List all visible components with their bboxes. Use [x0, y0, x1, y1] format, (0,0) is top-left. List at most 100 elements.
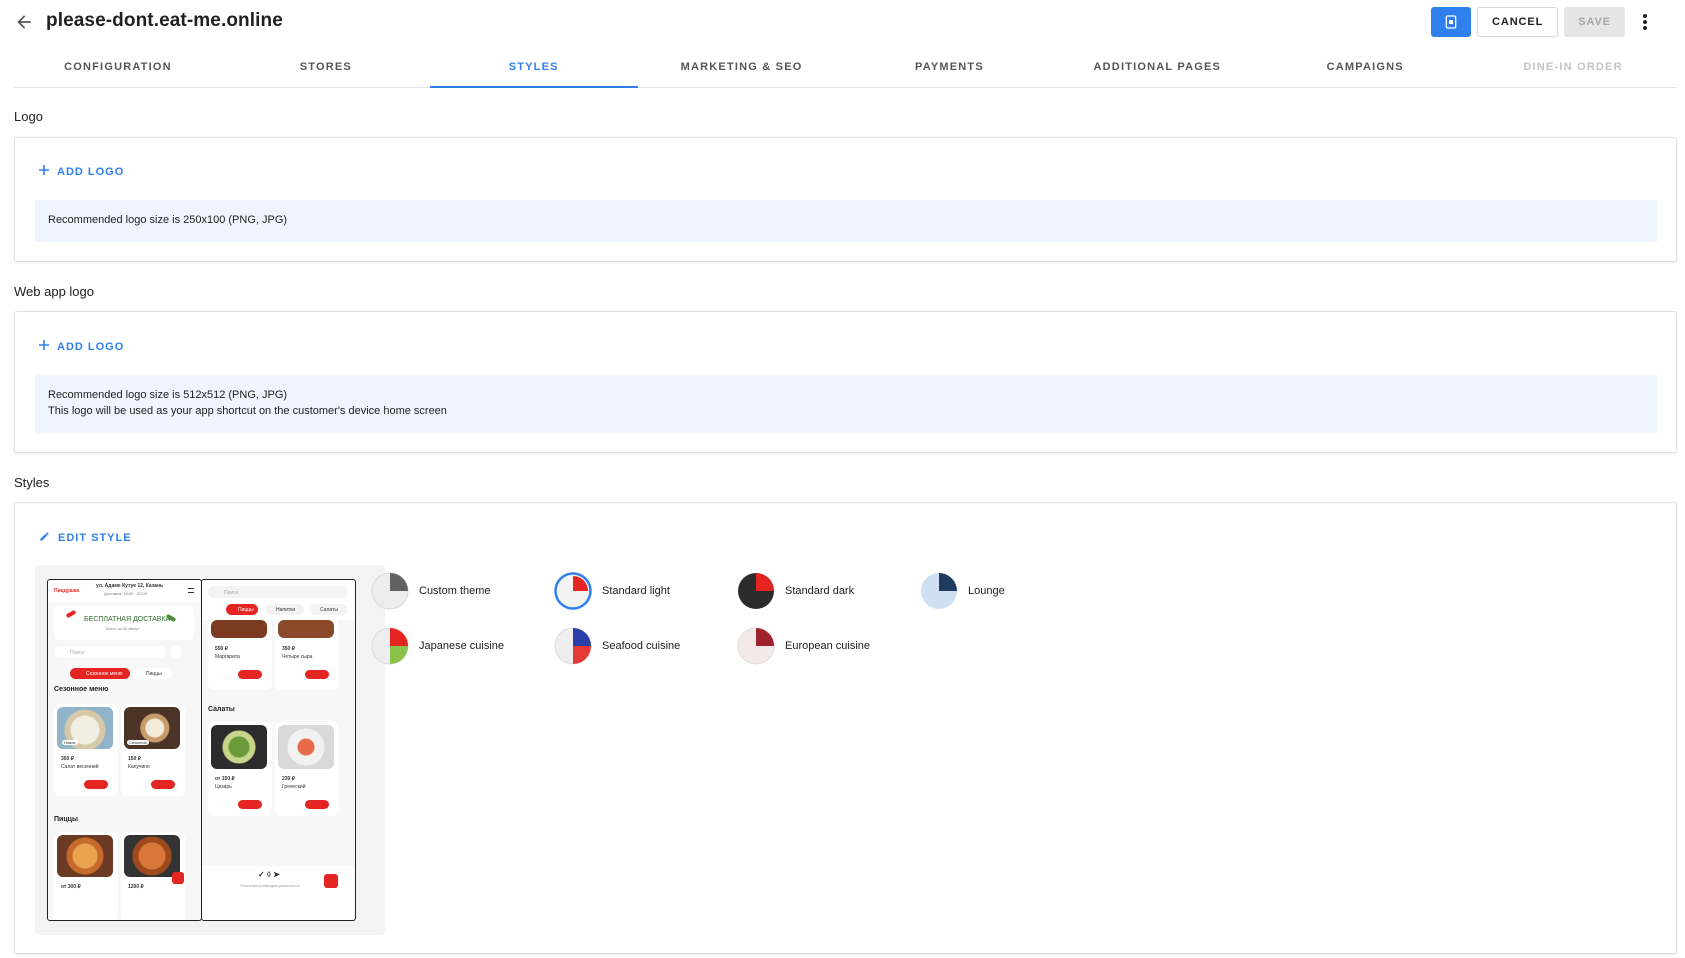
preview-brand: Пиццушка — [54, 588, 80, 594]
web-app-logo-info-line2: This logo will be used as your app short… — [48, 405, 447, 417]
preview-price: 150 ₽ — [128, 756, 141, 762]
preview-cart-fab — [324, 874, 338, 888]
web-app-logo-section-title: Web app logo — [14, 284, 94, 299]
tab-additional-pages[interactable]: ADDITIONAL PAGES — [1053, 50, 1261, 87]
tab-stores[interactable]: STORES — [222, 50, 430, 87]
logo-card: ADD LOGO Recommended logo size is 250x10… — [14, 137, 1677, 262]
preview-badge: Сезонное — [127, 740, 149, 745]
preview-filter-icon — [170, 646, 182, 658]
theme-label: Japanese cuisine — [419, 640, 505, 652]
preview-image — [278, 725, 334, 769]
theme-lounge[interactable]: Lounge — [920, 572, 1005, 610]
cancel-button[interactable]: CANCEL — [1477, 7, 1559, 37]
logo-info-box: Recommended logo size is 250x100 (PNG, J… — [35, 200, 1657, 242]
standard-dark-icon — [737, 572, 775, 610]
edit-style-button[interactable]: EDIT STYLE — [39, 531, 132, 545]
preview-price: от 150 ₽ — [215, 776, 235, 782]
more-vert-icon[interactable] — [1635, 7, 1655, 37]
preview-item-name: Греческий — [282, 784, 306, 790]
preview-price: 350 ₽ — [282, 646, 295, 652]
preview-cart-button — [305, 800, 329, 809]
theme-standard-light[interactable]: Standard light — [554, 572, 670, 610]
styles-card: EDIT STYLE Пиццушка ул. Адаме Кутуе 12, … — [14, 502, 1677, 954]
preview-image — [57, 835, 113, 877]
custom-theme-icon — [371, 572, 409, 610]
preview-item-name: Четыре сыра — [282, 654, 313, 660]
tab-campaigns[interactable]: CAMPAIGNS — [1261, 50, 1469, 87]
tab-payments[interactable]: PAYMENTS — [846, 50, 1054, 87]
standard-light-icon — [554, 572, 592, 610]
preview-button[interactable] — [1431, 7, 1472, 37]
add-logo-button[interactable]: ADD LOGO — [39, 165, 124, 178]
edit-style-label: EDIT STYLE — [58, 532, 132, 544]
theme-standard-dark[interactable]: Standard dark — [737, 572, 854, 610]
preview-price: 350 ₽ — [61, 756, 74, 762]
theme-seafood-cuisine[interactable]: Seafood cuisine — [554, 627, 680, 665]
phone-preview-scrolled: Поиск Пиццы Напитки Салаты 550 ₽ Маргари… — [201, 579, 356, 921]
preview-image — [124, 835, 180, 877]
preview-section-salads: Салаты — [208, 706, 235, 713]
tab-configuration[interactable]: CONFIGURATION — [14, 50, 222, 87]
preview-price: от 300 ₽ — [61, 884, 81, 890]
theme-label: Lounge — [968, 585, 1005, 597]
phone-preview-main: Пиццушка ул. Адаме Кутуе 12, Казань Дост… — [47, 579, 202, 921]
preview-chip-seasonal-label: Сезонное меню — [86, 671, 123, 677]
header-actions: CANCEL SAVE — [1431, 7, 1655, 37]
preview-chip-pizza-label: Пиццы — [146, 671, 162, 677]
add-logo-label: ADD LOGO — [57, 165, 125, 178]
back-arrow-icon[interactable] — [14, 12, 34, 32]
preview-footer-note: Политика конфиденциальности — [240, 883, 300, 888]
logo-section-title: Logo — [14, 109, 43, 124]
preview-image — [211, 725, 267, 769]
seafood-cuisine-icon — [554, 627, 592, 665]
tab-styles[interactable]: STYLES — [429, 50, 638, 88]
preview-cart-button — [238, 670, 262, 679]
pencil-icon — [39, 531, 50, 545]
preview-chip-salads-label: Салаты — [320, 607, 338, 613]
logo-info-text: Recommended logo size is 250x100 (PNG, J… — [48, 214, 288, 226]
preview-hours: Доставка: 10:00 - 22:00 — [104, 591, 147, 596]
add-web-app-logo-label: ADD LOGO — [57, 340, 125, 353]
theme-japanese-cuisine[interactable]: Japanese cuisine — [371, 627, 504, 665]
lounge-icon — [920, 572, 958, 610]
styles-section-title: Styles — [14, 475, 50, 490]
preview-section-seasonal: Сезонное меню — [54, 686, 109, 693]
preview-menu-icon — [188, 588, 194, 593]
theme-label: Standard dark — [785, 585, 855, 597]
japanese-cuisine-icon — [371, 627, 409, 665]
preview-price: 230 ₽ — [282, 776, 295, 782]
preview-chip-drinks-label: Напитки — [276, 607, 296, 613]
preview-chip-pizza-label: Пиццы — [238, 607, 254, 613]
preview-banner-title: БЕСПЛАТНАЯ ДОСТАВКА — [84, 616, 171, 623]
preview-icon — [1445, 15, 1457, 29]
plus-icon — [39, 340, 49, 353]
add-web-app-logo-button[interactable]: ADD LOGO — [39, 340, 124, 353]
web-app-logo-card: ADD LOGO Recommended logo size is 512x51… — [14, 311, 1677, 453]
preview-banner-subtitle: Всего за 30 минут — [106, 626, 140, 631]
theme-custom[interactable]: Custom theme — [371, 572, 491, 610]
page-title: please-dont.eat-me.online — [46, 10, 283, 31]
theme-european-cuisine[interactable]: European cuisine — [737, 627, 870, 665]
preview-item-name: Капучино — [128, 764, 150, 770]
plus-icon — [39, 165, 49, 178]
save-button[interactable]: SAVE — [1564, 7, 1625, 37]
preview-image — [278, 620, 334, 638]
theme-label: Custom theme — [419, 585, 491, 597]
tab-bar: CONFIGURATION STORES STYLES MARKETING & … — [14, 50, 1677, 88]
preview-cart-button — [238, 800, 262, 809]
theme-label: Seafood cuisine — [602, 640, 681, 652]
preview-cart-fab — [172, 872, 184, 884]
preview-image — [211, 620, 267, 638]
preview-cart-button — [305, 670, 329, 679]
theme-label: European cuisine — [785, 640, 871, 652]
tab-marketing-seo[interactable]: MARKETING & SEO — [638, 50, 846, 87]
preview-search-placeholder: Поиск — [70, 650, 84, 656]
preview-address: ул. Адаме Кутуе 12, Казань — [96, 583, 164, 589]
preview-item-name: Маргарита — [215, 654, 240, 660]
tab-dine-in-order: DINE-IN ORDER — [1523, 61, 1623, 73]
theme-label: Standard light — [602, 585, 670, 597]
web-app-logo-info-line1: Recommended logo size is 512x512 (PNG, J… — [48, 389, 288, 401]
preview-item-name: Цезарь — [215, 784, 232, 790]
web-app-logo-info-box: Recommended logo size is 512x512 (PNG, J… — [35, 375, 1657, 433]
preview-item-name: Салат весенний — [61, 764, 99, 770]
